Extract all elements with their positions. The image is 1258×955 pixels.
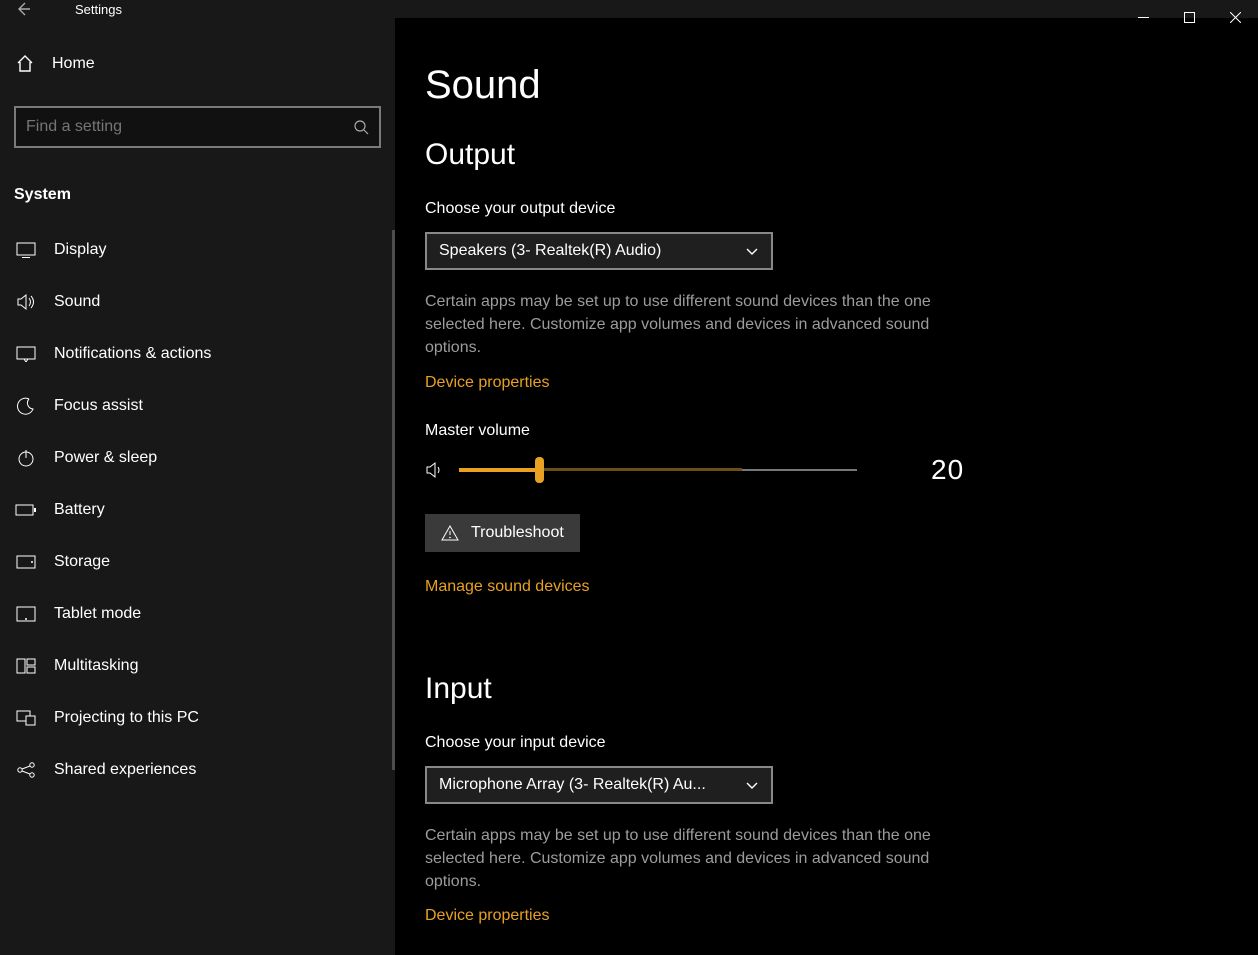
sidebar-item-power[interactable]: Power & sleep <box>0 432 395 484</box>
sidebar-item-label: Battery <box>54 501 105 519</box>
title-bar: Settings <box>0 0 1258 18</box>
output-device-value: Speakers (3- Realtek(R) Audio) <box>439 242 661 260</box>
sidebar: Home System Display Sound Notifications … <box>0 18 395 955</box>
troubleshoot-label: Troubleshoot <box>471 524 564 542</box>
sidebar-item-display[interactable]: Display <box>0 224 395 276</box>
sidebar-item-storage[interactable]: Storage <box>0 536 395 588</box>
project-icon <box>15 710 37 726</box>
volume-label: Master volume <box>425 422 1258 440</box>
power-icon <box>15 449 37 467</box>
input-choose-label: Choose your input device <box>425 734 1258 752</box>
output-heading: Output <box>425 138 1258 172</box>
chevron-down-icon <box>745 778 759 792</box>
storage-icon <box>15 555 37 569</box>
sidebar-scrollbar[interactable] <box>392 230 395 770</box>
input-note: Certain apps may be set up to use differ… <box>425 824 985 894</box>
troubleshoot-button[interactable]: Troubleshoot <box>425 514 580 552</box>
output-device-dropdown[interactable]: Speakers (3- Realtek(R) Audio) <box>425 232 773 270</box>
volume-thumb[interactable] <box>535 457 544 483</box>
tablet-icon <box>15 606 37 622</box>
nav-list: Display Sound Notifications & actions Fo… <box>0 224 395 796</box>
chevron-down-icon <box>745 244 759 258</box>
back-arrow-icon <box>14 0 32 18</box>
input-device-properties-link[interactable]: Device properties <box>425 907 550 925</box>
home-label: Home <box>52 55 95 73</box>
shared-icon <box>15 761 37 779</box>
output-note: Certain apps may be set up to use differ… <box>425 290 985 360</box>
manage-sound-devices-link[interactable]: Manage sound devices <box>425 578 590 596</box>
maximize-icon <box>1184 12 1195 23</box>
moon-icon <box>15 397 37 415</box>
volume-slider[interactable] <box>459 460 857 480</box>
input-device-dropdown[interactable]: Microphone Array (3- Realtek(R) Au... <box>425 766 773 804</box>
multitask-icon <box>15 658 37 674</box>
sidebar-item-label: Projecting to this PC <box>54 709 199 727</box>
sidebar-item-multitasking[interactable]: Multitasking <box>0 640 395 692</box>
search-icon <box>353 119 369 135</box>
sidebar-item-shared[interactable]: Shared experiences <box>0 744 395 796</box>
input-device-value: Microphone Array (3- Realtek(R) Au... <box>439 776 706 794</box>
close-button[interactable] <box>1212 0 1258 34</box>
notifications-icon <box>15 346 37 362</box>
sidebar-item-sound[interactable]: Sound <box>0 276 395 328</box>
sidebar-item-tablet[interactable]: Tablet mode <box>0 588 395 640</box>
search-input[interactable] <box>26 118 353 136</box>
sound-icon <box>15 293 37 311</box>
sidebar-item-battery[interactable]: Battery <box>0 484 395 536</box>
close-icon <box>1230 12 1241 23</box>
volume-value: 20 <box>931 454 964 486</box>
output-device-properties-link[interactable]: Device properties <box>425 374 550 392</box>
home-button[interactable]: Home <box>0 42 395 86</box>
output-choose-label: Choose your output device <box>425 200 1258 218</box>
battery-icon <box>15 504 37 516</box>
sidebar-item-projecting[interactable]: Projecting to this PC <box>0 692 395 744</box>
sidebar-item-label: Sound <box>54 293 100 311</box>
back-button[interactable] <box>0 0 45 18</box>
display-icon <box>15 242 37 258</box>
main-content: Sound Output Choose your output device S… <box>395 18 1258 955</box>
sidebar-item-label: Storage <box>54 553 110 571</box>
page-title: Sound <box>425 63 1258 108</box>
speaker-icon[interactable] <box>425 461 445 479</box>
sidebar-item-notifications[interactable]: Notifications & actions <box>0 328 395 380</box>
sidebar-item-label: Power & sleep <box>54 449 157 467</box>
sidebar-item-label: Shared experiences <box>54 761 196 779</box>
input-heading: Input <box>425 672 1258 706</box>
maximize-button[interactable] <box>1166 0 1212 34</box>
category-heading: System <box>0 158 395 224</box>
search-box[interactable] <box>14 106 381 148</box>
sidebar-item-label: Notifications & actions <box>54 345 211 363</box>
sidebar-item-label: Multitasking <box>54 657 138 675</box>
sidebar-item-label: Focus assist <box>54 397 143 415</box>
sidebar-item-label: Display <box>54 241 106 259</box>
sidebar-item-focus-assist[interactable]: Focus assist <box>0 380 395 432</box>
minimize-button[interactable] <box>1120 0 1166 34</box>
window-title: Settings <box>75 2 122 17</box>
sidebar-item-label: Tablet mode <box>54 605 141 623</box>
home-icon <box>15 54 35 74</box>
minimize-icon <box>1138 12 1149 23</box>
warning-icon <box>441 524 459 542</box>
